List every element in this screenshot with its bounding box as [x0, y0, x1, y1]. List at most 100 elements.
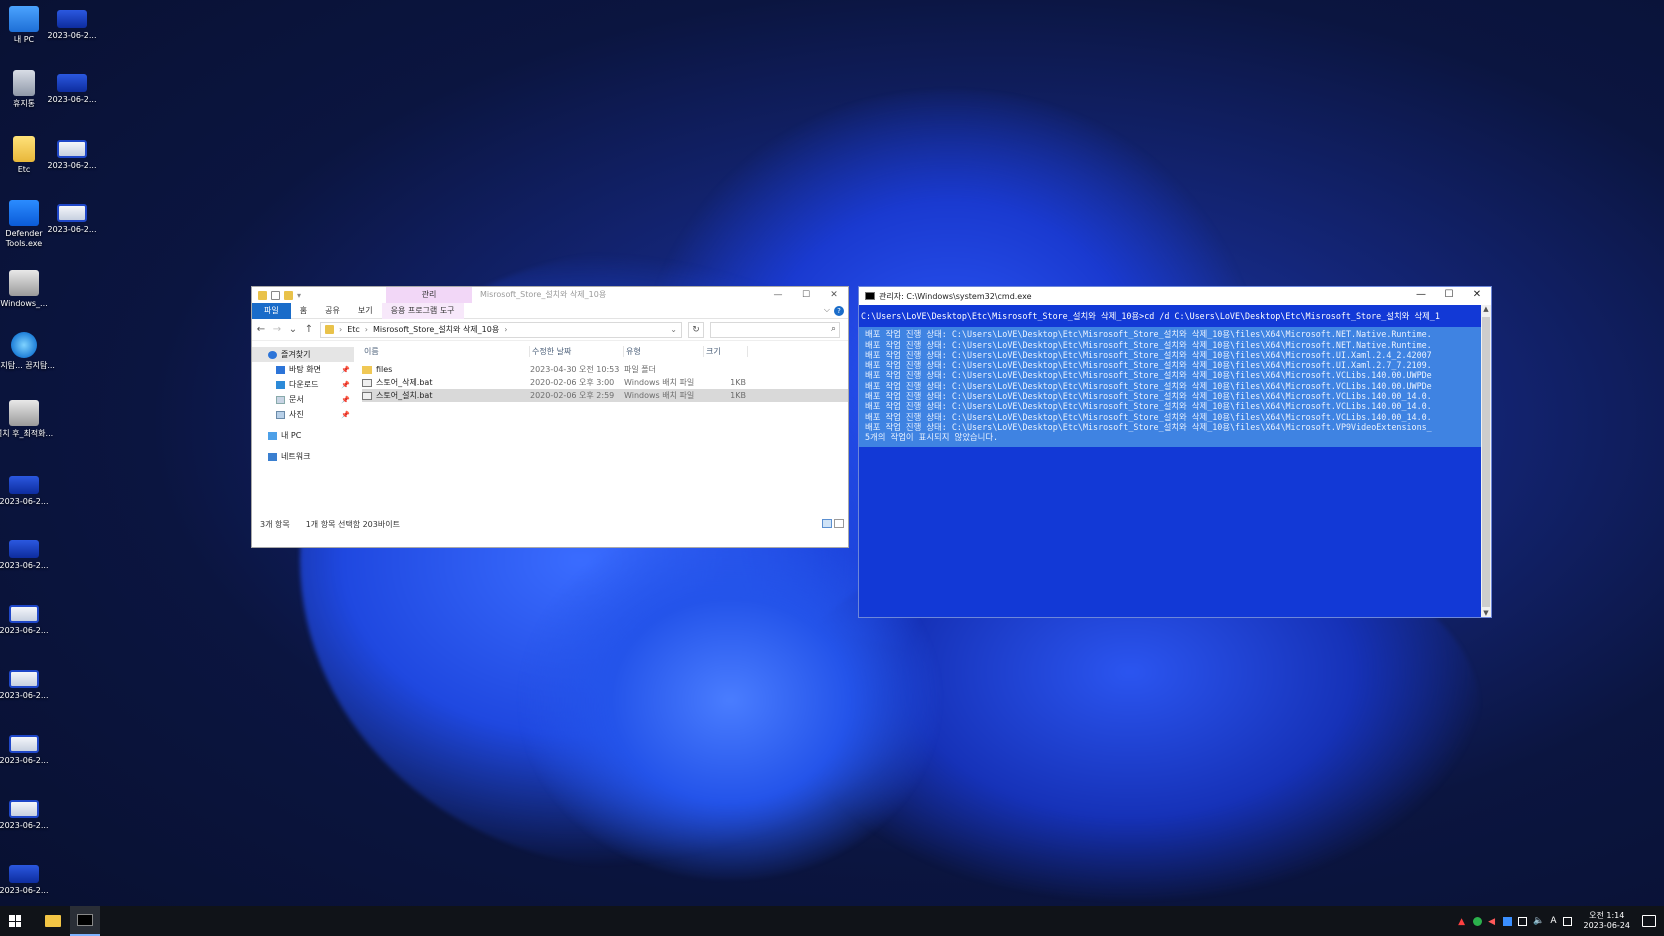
batch-file-icon	[362, 378, 372, 387]
address-bar-row: ← → ⌄ ↑ › Etc › Misrosoft_Store_설치와 삭제_1…	[252, 319, 848, 341]
output-line: 배포 작업 진행 상태: C:\Users\LoVE\Desktop\Etc\M…	[865, 360, 1432, 371]
minimize-button[interactable]: —	[1407, 287, 1435, 303]
back-arrow-icon[interactable]: ←	[256, 324, 266, 335]
app-icon[interactable]	[1503, 916, 1513, 926]
maximize-button[interactable]: ☐	[1435, 287, 1463, 303]
forward-arrow-icon[interactable]: →	[272, 324, 282, 335]
system-tray: ▲ ◀ 🔈 A 오전 1:14 2023-06-24	[1458, 906, 1656, 936]
address-dropdown-icon[interactable]: ⌄	[670, 325, 677, 334]
desktop-icon-screenshot[interactable]: 2023-06-2...	[0, 725, 56, 766]
nav-item-network[interactable]: 네트워크	[252, 449, 354, 464]
status-icon[interactable]	[1473, 916, 1483, 926]
close-button[interactable]: ✕	[820, 287, 848, 303]
selected-output-block: 배포 작업 진행 상태: C:\Users\LoVE\Desktop\Etc\M…	[859, 327, 1481, 447]
desktop-icon-screenshot[interactable]: 2023-06-2...	[0, 595, 56, 636]
folder-icon	[13, 136, 35, 162]
output-line: 배포 작업 진행 상태: C:\Users\LoVE\Desktop\Etc\M…	[865, 380, 1432, 391]
keyboard-icon[interactable]	[1562, 916, 1572, 926]
nav-item-documents[interactable]: 문서 📌	[252, 392, 354, 407]
desktop-icon-screenshot[interactable]: 2023-06-2...	[40, 64, 104, 105]
explorer-title-bar: ▾ 관리 Misrosoft_Store_설치와 삭제_10용 — ☐ ✕	[252, 287, 848, 303]
cmd-icon	[77, 914, 93, 926]
pc-icon	[268, 431, 277, 440]
desktop-icon-screenshot[interactable]: 2023-06-2...	[0, 530, 56, 571]
up-arrow-icon[interactable]: ↑	[304, 324, 314, 335]
window-title: Misrosoft_Store_설치와 삭제_10용	[480, 290, 607, 299]
scroll-down-icon[interactable]: ▼	[1481, 609, 1491, 617]
minimize-button[interactable]: —	[764, 287, 792, 303]
maximize-button[interactable]: ☐	[792, 287, 820, 303]
file-row[interactable]: files 2023-04-30 오전 10:53 파일 폴더	[362, 363, 848, 376]
alert-icon[interactable]: ▲	[1458, 917, 1467, 927]
tab-share[interactable]: 공유	[316, 303, 349, 319]
folder-icon	[325, 325, 334, 334]
desktop-icon-windows[interactable]: Windows_...	[0, 264, 56, 309]
clock-time: 오전 1:14	[1589, 911, 1625, 920]
column-size[interactable]: 크기	[704, 345, 748, 357]
breadcrumb-current[interactable]: Misrosoft_Store_설치와 삭제_10용	[373, 324, 499, 335]
search-input[interactable]	[711, 322, 821, 337]
taskbar-cmd[interactable]	[70, 906, 100, 936]
desktop-icon-screenshot[interactable]: 2023-06-2...	[40, 0, 104, 41]
large-icons-view-icon[interactable]	[834, 519, 844, 528]
file-row-selected[interactable]: 스토어_설치.bat 2020-02-06 오후 2:59 Windows 배치…	[362, 389, 848, 402]
window-title: 관리자: C:\Windows\system32\cmd.exe	[879, 291, 1032, 301]
desktop-icon-screenshot[interactable]: 2023-06-2...	[0, 855, 56, 896]
recent-locations-icon[interactable]: ⌄	[288, 324, 298, 335]
details-view-icon[interactable]	[822, 519, 832, 528]
volume-icon[interactable]: 🔈	[1533, 916, 1544, 926]
clock-date: 2023-06-24	[1583, 921, 1631, 930]
properties-icon[interactable]	[271, 290, 280, 300]
nav-item-favorites[interactable]: 즐겨찾기	[252, 347, 354, 362]
desktop-icon-optimize[interactable]: 설치 후_최적화...	[0, 394, 56, 439]
desktop-icon-screenshot[interactable]: 2023-06-2...	[0, 466, 56, 507]
scroll-up-icon[interactable]: ▲	[1481, 305, 1491, 313]
status-bar: 3개 항목 1개 항목 선택함 203바이트	[252, 517, 848, 531]
column-type[interactable]: 유형	[624, 345, 704, 357]
column-date[interactable]: 수정한 날짜	[530, 345, 624, 357]
close-button[interactable]: ✕	[1463, 287, 1491, 303]
search-box[interactable]: ⌕	[710, 321, 840, 338]
tab-view[interactable]: 보기	[349, 303, 382, 319]
console-output[interactable]: C:\Users\LoVE\Desktop\Etc\Misrosoft_Stor…	[859, 305, 1481, 617]
desktop-icon-notice[interactable]: 공지탐... 꿈지탐...	[0, 326, 56, 371]
network-icon[interactable]	[1518, 916, 1528, 926]
nav-item-downloads[interactable]: 다운로드 📌	[252, 377, 354, 392]
tab-app-tools[interactable]: 응용 프로그램 도구	[381, 302, 464, 319]
help-icon[interactable]: ?	[834, 306, 844, 316]
refresh-button[interactable]: ↻	[688, 321, 704, 338]
nav-item-pictures[interactable]: 사진 📌	[252, 407, 354, 422]
desktop-icon-screenshot[interactable]: 2023-06-2...	[0, 790, 56, 831]
vertical-scrollbar[interactable]: ▲ ▼	[1481, 305, 1491, 617]
expand-ribbon-icon[interactable]: ⌵	[824, 305, 830, 315]
new-folder-icon[interactable]	[284, 290, 293, 300]
clock[interactable]: 오전 1:14 2023-06-24	[1584, 911, 1631, 931]
chevron-down-icon[interactable]: ▾	[297, 291, 301, 300]
gear-icon	[9, 400, 39, 426]
taskbar-file-explorer[interactable]	[38, 906, 68, 936]
desktop-icon-screenshot[interactable]: 2023-06-2...	[0, 660, 56, 701]
desktop-icon-screenshot[interactable]: 2023-06-2...	[40, 194, 104, 235]
scroll-thumb[interactable]	[1482, 317, 1490, 607]
start-button[interactable]	[0, 906, 30, 936]
notification-icon[interactable]	[1642, 915, 1656, 927]
output-line: 5개의 작업이 표시되지 않았습니다.	[865, 432, 999, 443]
file-row[interactable]: 스토어_삭제.bat 2020-02-06 오후 3:00 Windows 배치…	[362, 376, 848, 389]
ribbon-context-tab-manage[interactable]: 관리	[386, 287, 472, 303]
ime-indicator[interactable]: A	[1550, 916, 1556, 926]
pin-icon: 📌	[341, 410, 350, 419]
tab-home[interactable]: 홈	[291, 303, 316, 319]
desktop-icon-screenshot[interactable]: 2023-06-2...	[40, 130, 104, 171]
column-name[interactable]: 이름	[362, 345, 530, 357]
nav-item-desktop[interactable]: 바탕 화면 📌	[252, 362, 354, 377]
nav-item-this-pc[interactable]: 내 PC	[252, 428, 354, 443]
arrow-icon[interactable]: ◀	[1488, 917, 1497, 927]
address-bar[interactable]: › Etc › Misrosoft_Store_설치와 삭제_10용 › ⌄	[320, 321, 682, 338]
tab-file[interactable]: 파일	[252, 302, 291, 319]
cmd-icon	[865, 292, 875, 300]
folder-icon	[258, 290, 267, 300]
screenshot-icon	[9, 800, 39, 818]
breadcrumb-etc[interactable]: Etc	[347, 325, 360, 334]
screenshot-icon	[57, 74, 87, 92]
quick-access-toolbar: ▾	[252, 287, 301, 303]
